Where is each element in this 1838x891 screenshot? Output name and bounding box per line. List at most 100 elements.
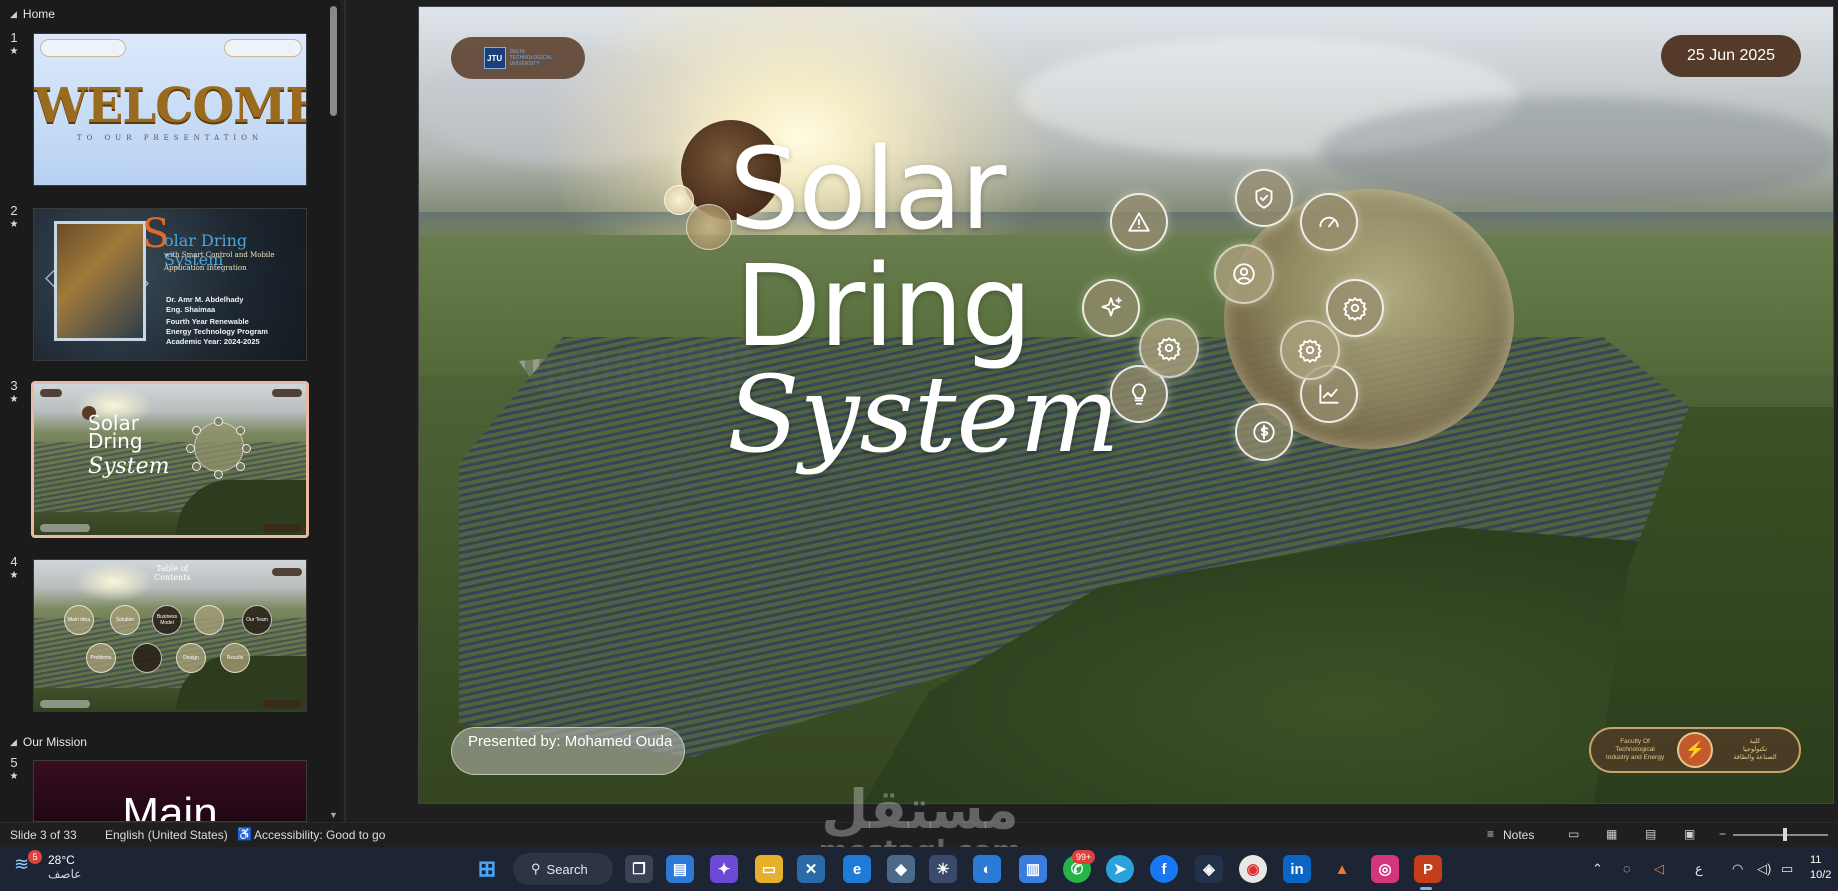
telegram-icon[interactable]: ➤: [1106, 855, 1134, 883]
thumbnails-scrollbar[interactable]: ▼: [328, 0, 340, 822]
facebook-icon[interactable]: f: [1150, 855, 1178, 883]
user-target-icon[interactable]: [1214, 244, 1274, 304]
powerpoint-icon[interactable]: P: [1414, 855, 1442, 883]
linkedin-icon[interactable]: in: [1283, 855, 1311, 883]
wifi-icon[interactable]: ◠: [1732, 861, 1743, 877]
date-badge[interactable]: 25 Jun 2025: [1661, 35, 1801, 77]
weather-app-icon[interactable]: ☀: [929, 855, 957, 883]
info-line: Eng. Shaimaa: [166, 305, 216, 314]
gauge-icon[interactable]: [1300, 193, 1358, 251]
animation-star-icon: ★: [9, 771, 19, 782]
welcome-text: WELCOME: [34, 78, 307, 134]
accessibility-status[interactable]: Accessibility: Good to go: [254, 828, 385, 842]
slide-number: 2 ★: [9, 203, 19, 231]
shield-check-icon[interactable]: [1235, 169, 1293, 227]
university-logo[interactable]: JTU DELTA TECHNOLOGICAL UNIVERSITY: [451, 37, 585, 79]
notification-badge: 5: [28, 850, 42, 864]
edge-icon[interactable]: e: [843, 855, 871, 883]
presenter-label[interactable]: Presented by: Mohamed Ouda: [451, 727, 685, 775]
toc-bubble: Main Idea: [64, 605, 94, 635]
store-icon[interactable]: ▤: [666, 855, 694, 883]
animation-star-icon: ★: [9, 219, 19, 230]
battery-icon[interactable]: ▭: [1781, 861, 1793, 877]
info-line: Fourth Year Renewable: [166, 317, 249, 326]
settings-icon[interactable]: [1139, 318, 1199, 378]
slide-canvas[interactable]: JTU DELTA TECHNOLOGICAL UNIVERSITY 25 Ju…: [418, 6, 1834, 804]
slide-thumbnail-2[interactable]: S olar Dring System with Smart Control a…: [33, 208, 307, 361]
slide-thumbnail-4[interactable]: Table of Contents Main Idea Solution Bus…: [33, 559, 307, 712]
subtitle-line: Application Integration: [164, 264, 247, 272]
title-line-system[interactable]: System: [727, 360, 1120, 470]
reading-view-icon[interactable]: ▤: [1645, 827, 1661, 841]
slide-thumbnails-pane: ◢ Home 1 ★ WELCOME TO OUR PRESENTATION 2…: [0, 0, 332, 822]
mini-presenter-pill: [40, 700, 90, 708]
settings-icon[interactable]: [1280, 320, 1340, 380]
copilot-icon[interactable]: ✦: [710, 855, 738, 883]
search-icon: ⚲: [531, 861, 541, 876]
app-icon[interactable]: ✕: [797, 855, 825, 883]
scrollbar-thumb[interactable]: [330, 6, 337, 116]
settings-icon[interactable]: [1326, 279, 1384, 337]
toc-bubble: [132, 643, 162, 673]
zoom-slider-thumb[interactable]: [1783, 828, 1787, 841]
mini-icon: [192, 462, 201, 471]
mini-date-pill: [272, 568, 302, 576]
powerpoint-window: ◢ Home 1 ★ WELCOME TO OUR PRESENTATION 2…: [0, 0, 1838, 891]
dryer-image: [54, 221, 146, 341]
accessibility-icon[interactable]: ♿: [237, 827, 253, 841]
task-view-icon[interactable]: ❐: [625, 855, 653, 883]
faculty-logo[interactable]: Faculty Of Technological Industry and En…: [1589, 727, 1801, 773]
app-icon[interactable]: ◆: [887, 855, 915, 883]
mini-presenter-pill: [40, 524, 90, 532]
mini-faculty-pill: [262, 524, 302, 532]
chrome-icon[interactable]: ◉: [1239, 855, 1267, 883]
mini-icon: [192, 426, 201, 435]
notes-button[interactable]: Notes: [1503, 828, 1534, 842]
mini-icon: [214, 417, 223, 426]
warning-icon[interactable]: [1110, 193, 1168, 251]
pane-divider[interactable]: [344, 0, 346, 822]
instagram-icon[interactable]: ◎: [1371, 855, 1399, 883]
mini-icon: [236, 426, 245, 435]
slide-thumbnail-1[interactable]: WELCOME TO OUR PRESENTATION: [33, 33, 307, 186]
normal-view-icon[interactable]: ▭: [1568, 827, 1584, 841]
faculty-name-en: Faculty Of Technological Industry and En…: [1605, 738, 1665, 761]
animation-star-icon: ★: [9, 46, 19, 57]
section-label: Our Mission: [22, 735, 87, 749]
tray-app-icon[interactable]: ◁: [1654, 861, 1664, 877]
app-icon[interactable]: ◈: [1195, 855, 1223, 883]
sparkles-icon[interactable]: [1082, 279, 1140, 337]
system-clock[interactable]: 11 10/2: [1810, 853, 1831, 883]
slide-sorter-icon[interactable]: ▦: [1606, 827, 1622, 841]
matlab-icon[interactable]: ▲: [1328, 855, 1356, 883]
mini-icon: [186, 444, 195, 453]
active-app-indicator: [1420, 887, 1432, 890]
slide-number: 1 ★: [9, 30, 19, 58]
volume-icon[interactable]: ◁): [1757, 861, 1771, 877]
show-hidden-icons-chevron-icon[interactable]: ⌃: [1592, 861, 1603, 877]
notepad-icon[interactable]: ▥: [1019, 855, 1047, 883]
scroll-down-arrow-icon[interactable]: ▼: [329, 810, 338, 820]
slideshow-icon[interactable]: ▣: [1684, 827, 1700, 841]
slide-thumbnail-3[interactable]: Solar Dring System: [31, 381, 309, 538]
slide-counter[interactable]: Slide 3 of 33: [10, 828, 77, 842]
title-line-dring[interactable]: Dring: [735, 251, 1032, 363]
file-explorer-icon[interactable]: ▭: [755, 855, 783, 883]
collapse-triangle-icon[interactable]: ◢: [10, 737, 17, 748]
collapse-triangle-icon[interactable]: ◢: [10, 9, 17, 20]
start-windows-icon[interactable]: ⊞: [473, 855, 501, 883]
section-our-mission[interactable]: ◢ Our Mission: [10, 735, 87, 749]
taskbar-search[interactable]: ⚲ Search: [513, 853, 613, 885]
mini-title: Solar Dring: [88, 411, 143, 453]
title-line-solar[interactable]: Solar: [729, 134, 1006, 246]
zoom-slider[interactable]: [1733, 834, 1828, 836]
input-language[interactable]: ع: [1695, 861, 1703, 877]
slide-thumbnail-5[interactable]: Main: [33, 760, 307, 822]
language-indicator[interactable]: English (United States): [105, 828, 228, 842]
weather-widget[interactable]: ≋ 5 28°C عاصف: [14, 850, 81, 881]
app-icon[interactable]: ◐: [973, 855, 1001, 883]
notes-icon[interactable]: ≡: [1487, 827, 1503, 841]
tray-app-icon[interactable]: ◌: [1623, 861, 1631, 876]
dollar-icon[interactable]: [1235, 403, 1293, 461]
section-home[interactable]: ◢ Home: [10, 7, 55, 21]
